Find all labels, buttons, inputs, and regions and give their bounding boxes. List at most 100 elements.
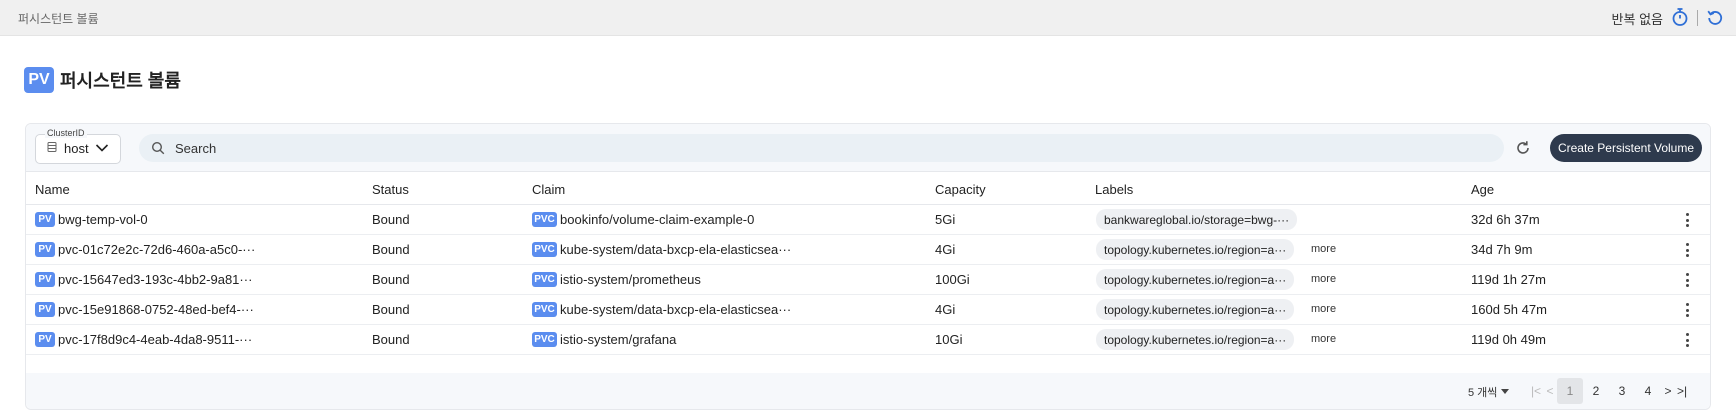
claim-name: istio-system/grafana bbox=[560, 332, 677, 347]
search-input[interactable] bbox=[175, 138, 1475, 158]
status-cell: Bound bbox=[372, 332, 410, 347]
breadcrumb: 퍼시스턴트 볼륨 bbox=[18, 12, 99, 26]
name-cell[interactable]: PV pvc-17f8d9c4-4eab-4da8-9511-··· bbox=[35, 332, 252, 347]
row-menu-icon[interactable] bbox=[1684, 332, 1690, 348]
first-page-icon[interactable]: |< bbox=[1529, 384, 1543, 398]
claim-cell[interactable]: PVC kube-system/data-bxcp-ela-elasticsea·… bbox=[532, 302, 791, 317]
caret-down-icon bbox=[1501, 386, 1510, 398]
claim-cell[interactable]: PVC istio-system/grafana bbox=[532, 332, 676, 347]
table-header: Name Status Claim Capacity Labels Age bbox=[26, 172, 1710, 205]
last-page-icon[interactable]: >| bbox=[1675, 384, 1689, 398]
table-row[interactable]: PV pvc-01c72e2c-72d6-460a-a5c0-··· Bound … bbox=[26, 235, 1710, 265]
page-button[interactable]: 4 bbox=[1635, 378, 1661, 404]
capacity-cell: 100Gi bbox=[935, 272, 970, 287]
claim-cell[interactable]: PVC istio-system/prometheus bbox=[532, 272, 701, 287]
pv-badge: PV bbox=[35, 272, 55, 287]
labels-more-link[interactable]: more bbox=[1311, 303, 1336, 315]
column-header-capacity[interactable]: Capacity bbox=[935, 182, 986, 197]
row-menu-icon[interactable] bbox=[1684, 242, 1690, 258]
top-bar: 퍼시스턴트 볼륨 반복 없음 bbox=[0, 0, 1736, 36]
capacity-cell: 5Gi bbox=[935, 212, 956, 227]
pvc-badge: PVC bbox=[532, 212, 557, 227]
column-header-claim[interactable]: Claim bbox=[532, 182, 565, 197]
rows-per-page-value: 5 개씩 bbox=[1468, 387, 1498, 399]
cluster-select-value: host bbox=[64, 141, 89, 156]
column-header-status[interactable]: Status bbox=[372, 182, 409, 197]
page-header: PV 퍼시스턴트 볼륨 bbox=[24, 67, 181, 93]
row-menu-icon[interactable] bbox=[1684, 302, 1690, 318]
row-menu-icon[interactable] bbox=[1684, 272, 1690, 288]
pv-name: pvc-15e91868-0752-48ed-bef4-··· bbox=[58, 302, 254, 317]
cluster-select[interactable]: ClusterID host bbox=[35, 128, 121, 164]
name-cell[interactable]: PV pvc-01c72e2c-72d6-460a-a5c0-··· bbox=[35, 242, 255, 257]
table-row[interactable]: PV pvc-17f8d9c4-4eab-4da8-9511-··· Bound … bbox=[26, 325, 1710, 355]
label-chip: topology.kubernetes.io/region=a··· bbox=[1096, 239, 1295, 260]
top-bar-actions: 반복 없음 bbox=[1612, 7, 1724, 29]
name-cell[interactable]: PV pvc-15e91868-0752-48ed-bef4-··· bbox=[35, 302, 254, 317]
pvc-badge: PVC bbox=[532, 332, 557, 347]
status-cell: Bound bbox=[372, 272, 410, 287]
search-box[interactable] bbox=[139, 134, 1504, 162]
chevron-down-icon bbox=[95, 141, 109, 156]
pv-badge: PV bbox=[35, 212, 55, 227]
name-cell[interactable]: PV pvc-15647ed3-193c-4bb2-9a81··· bbox=[35, 272, 252, 287]
claim-name: kube-system/data-bxcp-ela-elasticsea··· bbox=[560, 242, 792, 257]
page-button[interactable]: 2 bbox=[1583, 378, 1609, 404]
claim-cell[interactable]: PVC bookinfo/volume-claim-example-0 bbox=[532, 212, 754, 227]
column-header-age[interactable]: Age bbox=[1471, 182, 1494, 197]
age-cell: 160d 5h 47m bbox=[1471, 302, 1547, 317]
search-icon bbox=[151, 141, 165, 160]
column-header-labels[interactable]: Labels bbox=[1095, 182, 1133, 197]
pv-name: bwg-temp-vol-0 bbox=[58, 212, 148, 227]
status-cell: Bound bbox=[372, 212, 410, 227]
labels-more-link[interactable]: more bbox=[1311, 333, 1336, 345]
table-row[interactable]: PV pvc-15647ed3-193c-4bb2-9a81··· Bound P… bbox=[26, 265, 1710, 295]
label-chip: bankwareglobal.io/storage=bwg-··· bbox=[1096, 209, 1298, 230]
age-cell: 119d 0h 49m bbox=[1471, 332, 1546, 347]
pv-table-panel: ClusterID host Create Persistent Volume … bbox=[25, 123, 1711, 410]
capacity-cell: 4Gi bbox=[935, 302, 956, 317]
cluster-icon bbox=[46, 141, 58, 156]
labels-more-link[interactable]: more bbox=[1311, 273, 1336, 285]
age-cell: 32d 6h 37m bbox=[1471, 212, 1540, 227]
pvc-badge: PVC bbox=[532, 242, 557, 257]
claim-cell[interactable]: PVC kube-system/data-bxcp-ela-elasticsea·… bbox=[532, 242, 791, 257]
name-cell[interactable]: PV bwg-temp-vol-0 bbox=[35, 212, 148, 227]
table-row[interactable]: PV pvc-15e91868-0752-48ed-bef4-··· Bound … bbox=[26, 295, 1710, 325]
stopwatch-icon[interactable] bbox=[1671, 7, 1689, 30]
label-chip: topology.kubernetes.io/region=a··· bbox=[1096, 299, 1295, 320]
page-title: 퍼시스턴트 볼륨 bbox=[60, 71, 181, 91]
divider bbox=[1697, 10, 1698, 26]
pv-name: pvc-01c72e2c-72d6-460a-a5c0-··· bbox=[58, 242, 256, 257]
pv-badge: PV bbox=[35, 302, 55, 317]
label-chip: topology.kubernetes.io/region=a··· bbox=[1096, 329, 1295, 350]
prev-page-icon[interactable]: < bbox=[1543, 384, 1557, 398]
column-header-name[interactable]: Name bbox=[35, 182, 70, 197]
age-cell: 34d 7h 9m bbox=[1471, 242, 1533, 257]
next-page-icon[interactable]: > bbox=[1661, 384, 1675, 398]
undo-icon[interactable] bbox=[1706, 8, 1724, 29]
pvc-badge: PVC bbox=[532, 302, 557, 317]
age-cell: 119d 1h 27m bbox=[1471, 272, 1546, 287]
table-footer: 5 개씩 |< < 1 2 3 4 > >| bbox=[26, 373, 1710, 409]
claim-name: bookinfo/volume-claim-example-0 bbox=[560, 212, 755, 227]
pagination: |< < 1 2 3 4 > >| bbox=[1529, 378, 1689, 404]
labels-more-link[interactable]: more bbox=[1311, 243, 1336, 255]
repeat-setting[interactable]: 반복 없음 bbox=[1612, 9, 1663, 28]
claim-name: istio-system/prometheus bbox=[560, 272, 701, 287]
table-row[interactable]: PV bwg-temp-vol-0 Bound PVC bookinfo/volum… bbox=[26, 205, 1710, 235]
pv-name: pvc-17f8d9c4-4eab-4da8-9511-··· bbox=[58, 332, 253, 347]
status-cell: Bound bbox=[372, 242, 410, 257]
table-toolbar: ClusterID host Create Persistent Volume bbox=[26, 124, 1710, 172]
page-button[interactable]: 3 bbox=[1609, 378, 1635, 404]
rows-per-page-select[interactable]: 5 개씩 bbox=[1468, 384, 1510, 400]
pv-badge: PV bbox=[35, 332, 55, 347]
capacity-cell: 10Gi bbox=[935, 332, 963, 347]
create-persistent-volume-button[interactable]: Create Persistent Volume bbox=[1550, 134, 1702, 162]
page-button[interactable]: 1 bbox=[1557, 378, 1583, 404]
refresh-icon[interactable] bbox=[1513, 138, 1533, 158]
pvc-badge: PVC bbox=[532, 272, 557, 287]
row-menu-icon[interactable] bbox=[1684, 212, 1690, 228]
pv-badge: PV bbox=[24, 67, 54, 93]
cluster-select-label: ClusterID bbox=[45, 128, 87, 138]
